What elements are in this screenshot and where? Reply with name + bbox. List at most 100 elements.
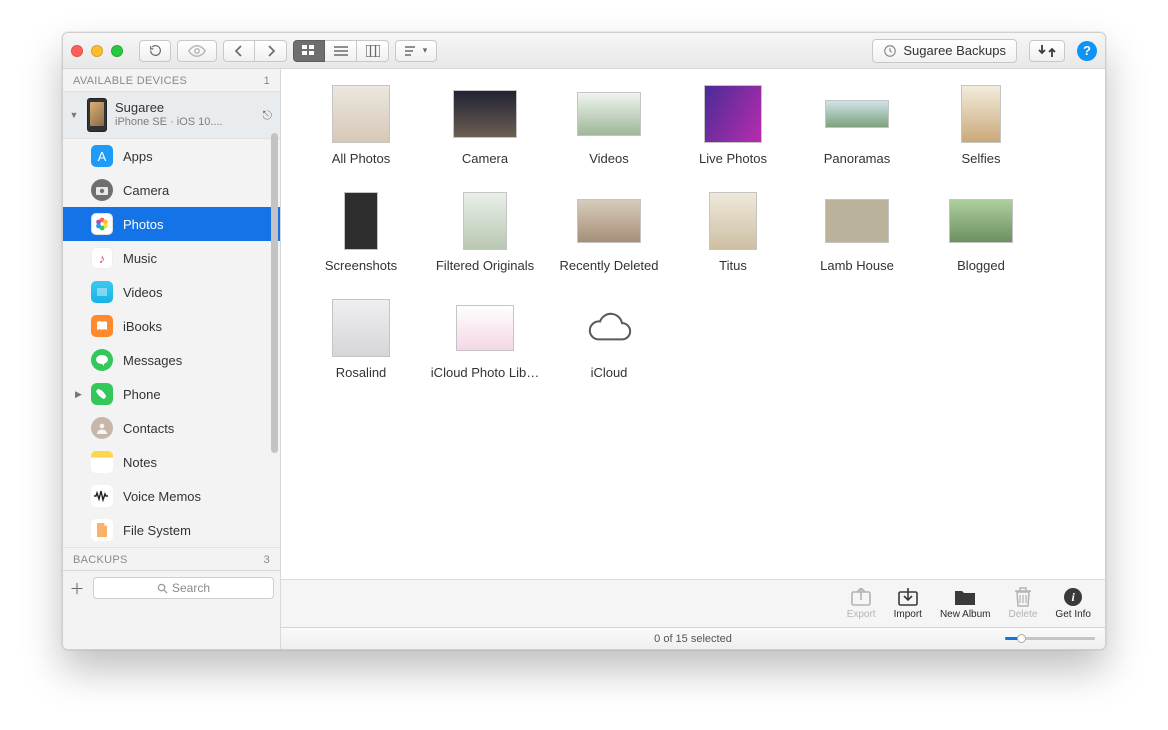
status-bar: 0 of 15 selected [281, 627, 1105, 649]
album-label: Titus [719, 258, 747, 273]
album-label: Videos [589, 151, 629, 166]
zoom-slider[interactable] [1005, 634, 1095, 642]
album-lamb-house[interactable]: Lamb House [795, 192, 919, 273]
reload-button[interactable] [139, 40, 171, 62]
sidebar-section-devices: AVAILABLE DEVICES 1 [63, 69, 280, 91]
notes-icon [91, 451, 113, 473]
action-label: New Album [940, 609, 991, 620]
delete-button[interactable]: Delete [1009, 587, 1038, 620]
album-grid: All Photos Camera Videos Live Photos Panoram… [281, 69, 1105, 579]
forward-button[interactable] [255, 40, 287, 62]
sidebar-item-file-system[interactable]: File System [63, 513, 280, 547]
album-thumbnail [825, 85, 889, 143]
action-label: Export [847, 609, 876, 620]
album-thumbnail [704, 85, 762, 143]
album-thumbnail [825, 192, 889, 250]
sidebar-section-backups: BACKUPS 3 [63, 547, 280, 570]
icon-view-button[interactable] [293, 40, 325, 62]
album-thumbnail [332, 85, 390, 143]
sidebar-item-phone[interactable]: ▶ Phone [63, 377, 280, 411]
back-button[interactable] [223, 40, 255, 62]
close-button[interactable] [71, 45, 83, 57]
sidebar-item-label: Messages [123, 353, 182, 368]
search-input[interactable]: Search [93, 577, 274, 599]
sidebar-item-label: Phone [123, 387, 161, 402]
minimize-button[interactable] [91, 45, 103, 57]
arrange-menu-button[interactable]: ▾ [395, 40, 437, 62]
device-subtitle: iPhone SE · iOS 10.... [115, 116, 255, 129]
album-selfies[interactable]: Selfies [919, 85, 1043, 166]
album-rosalind[interactable]: Rosalind [299, 299, 423, 380]
maximize-button[interactable] [111, 45, 123, 57]
window-body: AVAILABLE DEVICES 1 ▼ Sugaree iPhone SE … [63, 69, 1105, 649]
list-view-button[interactable] [325, 40, 357, 62]
section-label: BACKUPS [73, 554, 128, 566]
action-label: Delete [1009, 609, 1038, 620]
apps-icon: A [91, 145, 113, 167]
album-thumbnail [577, 192, 641, 250]
album-screenshots[interactable]: Screenshots [299, 192, 423, 273]
backups-button[interactable]: Sugaree Backups [872, 39, 1017, 63]
import-button[interactable]: Import [894, 587, 922, 620]
album-label: Panoramas [824, 151, 890, 166]
album-live-photos[interactable]: Live Photos [671, 85, 795, 166]
sidebar-item-apps[interactable]: A Apps [63, 139, 280, 173]
album-thumbnail [961, 85, 1001, 143]
sidebar-item-label: Photos [123, 217, 163, 232]
new-album-button[interactable]: New Album [940, 587, 991, 620]
usb-icon: ⎋ [263, 108, 273, 123]
album-label: iCloud Photo Lib… [431, 365, 539, 380]
sidebar-item-photos[interactable]: Photos [63, 207, 280, 241]
device-row[interactable]: ▼ Sugaree iPhone SE · iOS 10.... ⎋ [63, 91, 280, 139]
export-icon [850, 587, 872, 607]
sidebar-item-camera[interactable]: Camera [63, 173, 280, 207]
album-label: iCloud [591, 365, 628, 380]
preview-button[interactable] [177, 40, 217, 62]
section-count: 3 [264, 554, 270, 566]
sidebar-scrollbar[interactable] [271, 133, 278, 453]
album-label: Live Photos [699, 151, 767, 166]
titlebar: ▾ Sugaree Backups ? [63, 33, 1105, 69]
album-recently-deleted[interactable]: Recently Deleted [547, 192, 671, 273]
nav-back-forward [223, 40, 287, 62]
sidebar-item-music[interactable]: ♪Music [63, 241, 280, 275]
disclosure-triangle-icon[interactable]: ▼ [69, 110, 79, 120]
help-button[interactable]: ? [1077, 41, 1097, 61]
sidebar-item-videos[interactable]: Videos [63, 275, 280, 309]
app-window: ▾ Sugaree Backups ? AVAILABLE DEVICES 1 … [62, 32, 1106, 650]
album-titus[interactable]: Titus [671, 192, 795, 273]
column-view-button[interactable] [357, 40, 389, 62]
sidebar-footer: ＋ Search [63, 570, 280, 605]
sidebar-item-messages[interactable]: Messages [63, 343, 280, 377]
album-label: Screenshots [325, 258, 397, 273]
messages-icon [91, 349, 113, 371]
sidebar-item-ibooks[interactable]: iBooks [63, 309, 280, 343]
contacts-icon [91, 417, 113, 439]
sidebar-item-notes[interactable]: Notes [63, 445, 280, 479]
album-label: All Photos [332, 151, 391, 166]
sidebar-item-label: Notes [123, 455, 157, 470]
transfer-button[interactable] [1029, 40, 1065, 62]
videos-icon [91, 281, 113, 303]
album-thumbnail [453, 85, 517, 143]
import-icon [897, 587, 919, 607]
album-panoramas[interactable]: Panoramas [795, 85, 919, 166]
get-info-button[interactable]: i Get Info [1055, 587, 1091, 620]
sidebar-item-label: iBooks [123, 319, 162, 334]
expand-triangle-icon[interactable]: ▶ [75, 389, 82, 400]
device-text: Sugaree iPhone SE · iOS 10.... [115, 101, 255, 129]
album-all-photos[interactable]: All Photos [299, 85, 423, 166]
album-blogged[interactable]: Blogged [919, 192, 1043, 273]
album-camera[interactable]: Camera [423, 85, 547, 166]
sidebar-item-label: Apps [123, 149, 153, 164]
album-videos[interactable]: Videos [547, 85, 671, 166]
export-button[interactable]: Export [847, 587, 876, 620]
sidebar-item-contacts[interactable]: Contacts [63, 411, 280, 445]
add-button[interactable]: ＋ [69, 578, 85, 599]
album-icloud[interactable]: iCloud [547, 299, 671, 380]
sidebar-item-label: Music [123, 251, 157, 266]
sidebar: AVAILABLE DEVICES 1 ▼ Sugaree iPhone SE … [63, 69, 281, 649]
album-filtered-originals[interactable]: Filtered Originals [423, 192, 547, 273]
album-icloud-photo-lib-[interactable]: iCloud Photo Lib… [423, 299, 547, 380]
sidebar-item-voice-memos[interactable]: Voice Memos [63, 479, 280, 513]
